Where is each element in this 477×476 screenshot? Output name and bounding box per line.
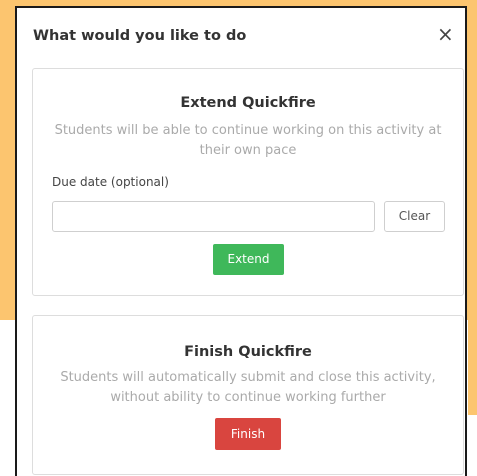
clear-button[interactable]: Clear <box>384 201 445 232</box>
action-modal: What would you like to do × Extend Quick… <box>15 6 467 476</box>
page-backdrop-edge <box>468 320 477 415</box>
due-date-label: Due date (optional) <box>52 175 169 189</box>
finish-card-description: Students will automatically submit and c… <box>60 370 436 405</box>
finish-card: Finish Quickfire Students will automatic… <box>32 315 464 475</box>
finish-card-title: Finish Quickfire <box>184 344 312 360</box>
extend-card-description: Students will be able to continue workin… <box>54 123 442 158</box>
due-date-input[interactable] <box>52 201 375 232</box>
finish-button[interactable]: Finish <box>215 418 281 450</box>
extend-button[interactable]: Extend <box>213 244 284 275</box>
close-icon[interactable]: × <box>437 24 454 44</box>
modal-title: What would you like to do <box>33 28 247 44</box>
extend-card: Extend Quickfire Students will be able t… <box>32 68 464 296</box>
extend-card-title: Extend Quickfire <box>180 95 316 111</box>
